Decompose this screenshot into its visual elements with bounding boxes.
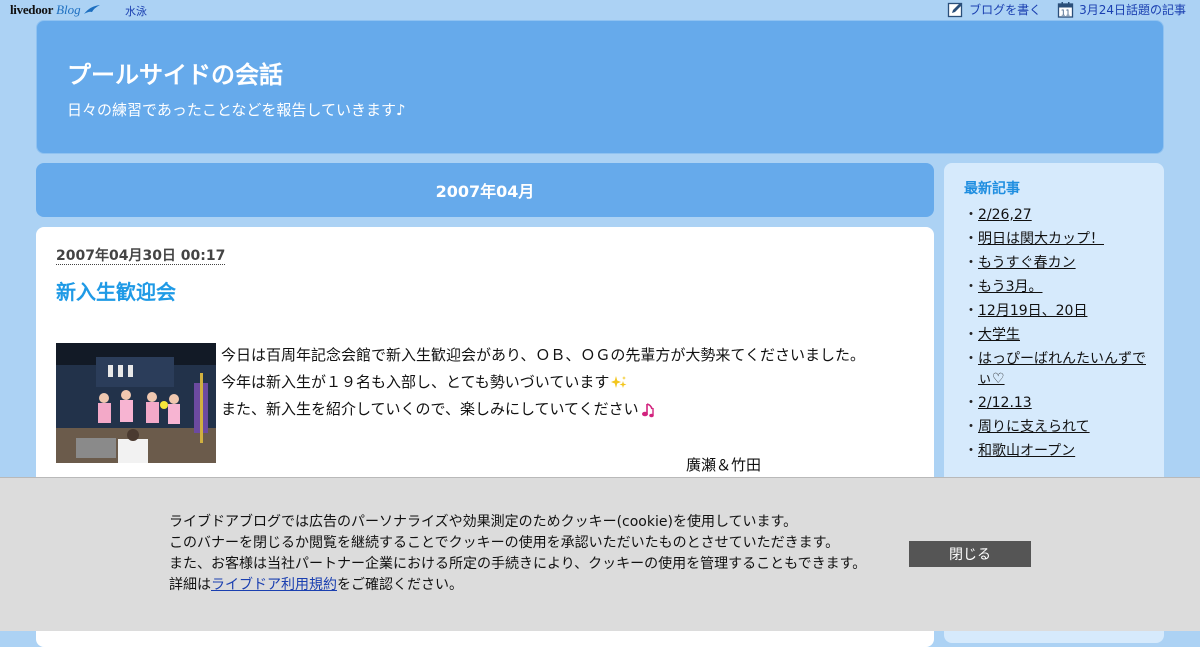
post-body-line-1: 今日は百周年記念会館で新入生歓迎会があり、ＯＢ、ＯＧの先輩方が大勢来てくださいま… (221, 346, 865, 364)
blog-header: プールサイドの会話 日々の練習であったことなどを報告していきます♪ (36, 20, 1164, 154)
music-note-icon (641, 402, 654, 417)
list-item: ・はっぴーばれんたいんずでぃ♡ (964, 349, 1159, 389)
post-body-line-2: 今年は新入生が１９名も入部し、とても勢いづいています (221, 369, 865, 396)
recent-posts-title: 最新記事 (964, 181, 1020, 197)
calendar-icon: 11 (1057, 2, 1074, 18)
post-signature: 廣瀬＆竹田 (686, 456, 762, 474)
list-item: ・和歌山オープン (964, 441, 1076, 461)
cookie-line-3: また、お客様は当社パートナー企業における所定の手続きにより、クッキーの使用を管理… (169, 556, 867, 572)
category-link[interactable]: 水泳 (125, 3, 147, 19)
post-body-line-3-text: また、新入生を紹介していくので、楽しみにしていてください (221, 400, 639, 418)
recent-post-link[interactable]: もうすぐ春カン (978, 253, 1076, 273)
recent-posts-list: ・ 2/26,27 ・明日は関大カップ！ ・もうすぐ春カン ・もう3月。 ・ 12月… (964, 205, 1159, 465)
cookie-line-4: 詳細はライブドア利用規約をご確認ください。 (169, 575, 866, 596)
list-item: ・もうすぐ春カン (964, 253, 1076, 273)
post-body: 今日は百周年記念会館で新入生歓迎会があり、ＯＢ、ＯＧの先輩方が大勢来てくださいま… (221, 342, 865, 423)
sparkle-emoji-icon (611, 375, 627, 388)
recent-post-link[interactable]: 周りに支えられて (978, 417, 1090, 437)
list-item: ・ 12月19日、20日 (964, 301, 1088, 321)
post-photo-image (56, 343, 216, 463)
write-blog-link[interactable]: ブログを書く (947, 1, 1041, 18)
cookie-banner: ライブドアブログでは広告のパーソナライズや効果測定のためクッキー(cookie)… (0, 477, 1200, 631)
topic-articles-link[interactable]: 11 3月24日話題の記事 (1057, 1, 1186, 18)
write-blog-label: ブログを書く (969, 3, 1042, 17)
close-button[interactable]: 閉じる (909, 541, 1031, 567)
list-item: ・明日は関大カップ！ (964, 229, 1104, 249)
logo-livedoor-text: livedoor (10, 2, 54, 17)
list-item: ・もう3月。 (964, 277, 1043, 297)
pencil-icon (947, 2, 963, 18)
livedoor-blog-logo[interactable]: livedoor Blog (10, 1, 101, 19)
post-body-line-3: また、新入生を紹介していくので、楽しみにしていてください (221, 396, 865, 423)
recent-post-link[interactable]: 12月19日、20日 (978, 301, 1087, 321)
top-bar: livedoor Blog 水泳 ブログを書く 11 3月24日話題の記事 (0, 0, 1200, 20)
recent-post-link[interactable]: もう3月。 (978, 277, 1043, 297)
recent-post-link[interactable]: 2/12.13 (978, 393, 1032, 413)
recent-post-link[interactable]: はっぴーばれんたいんずでぃ♡ (978, 349, 1159, 389)
top-links: ブログを書く 11 3月24日話題の記事 (947, 1, 1186, 18)
cookie-line-2: このバナーを閉じるか閲覧を継続することでクッキーの使用を承認いただいたものとさせ… (169, 535, 840, 551)
terms-link[interactable]: ライブドア利用規約 (211, 577, 337, 593)
logo-blog-text: Blog (56, 2, 81, 17)
recent-post-link[interactable]: 大学生 (978, 325, 1020, 345)
post-title[interactable]: 新入生歓迎会 (56, 276, 176, 305)
archive-month-label: 2007年04月 (435, 182, 535, 201)
list-item: ・ 2/26,27 (964, 205, 1032, 225)
recent-post-link[interactable]: 和歌山オープン (978, 441, 1075, 461)
recent-post-link[interactable]: 明日は関大カップ！ (978, 229, 1104, 249)
cookie-details-suffix: をご確認ください。 (337, 577, 463, 593)
calendar-day-number: 11 (1061, 9, 1071, 18)
cookie-details-prefix: 詳細は (169, 577, 211, 593)
post-photo[interactable] (56, 343, 216, 463)
recent-post-link[interactable]: 2/26,27 (978, 205, 1032, 225)
blog-description: 日々の練習であったことなどを報告していきます♪ (67, 101, 406, 119)
topic-articles-label: 3月24日話題の記事 (1079, 3, 1186, 17)
list-item: ・周りに支えられて (964, 417, 1090, 437)
list-item: ・大学生 (964, 325, 1020, 345)
cookie-line-1: ライブドアブログでは広告のパーソナライズや効果測定のためクッキー(cookie)… (169, 514, 798, 530)
cookie-notice-text: ライブドアブログでは広告のパーソナライズや効果測定のためクッキー(cookie)… (169, 512, 866, 596)
archive-month-heading: 2007年04月 (36, 163, 934, 217)
post-body-line-2-text: 今年は新入生が１９名も入部し、とても勢いづいています (221, 373, 610, 391)
blog-title[interactable]: プールサイドの会話 (67, 55, 283, 90)
list-item: ・ 2/12.13 (964, 393, 1032, 413)
bird-icon (83, 5, 100, 14)
post-date: 2007年04月30日 00:17 (56, 248, 226, 265)
